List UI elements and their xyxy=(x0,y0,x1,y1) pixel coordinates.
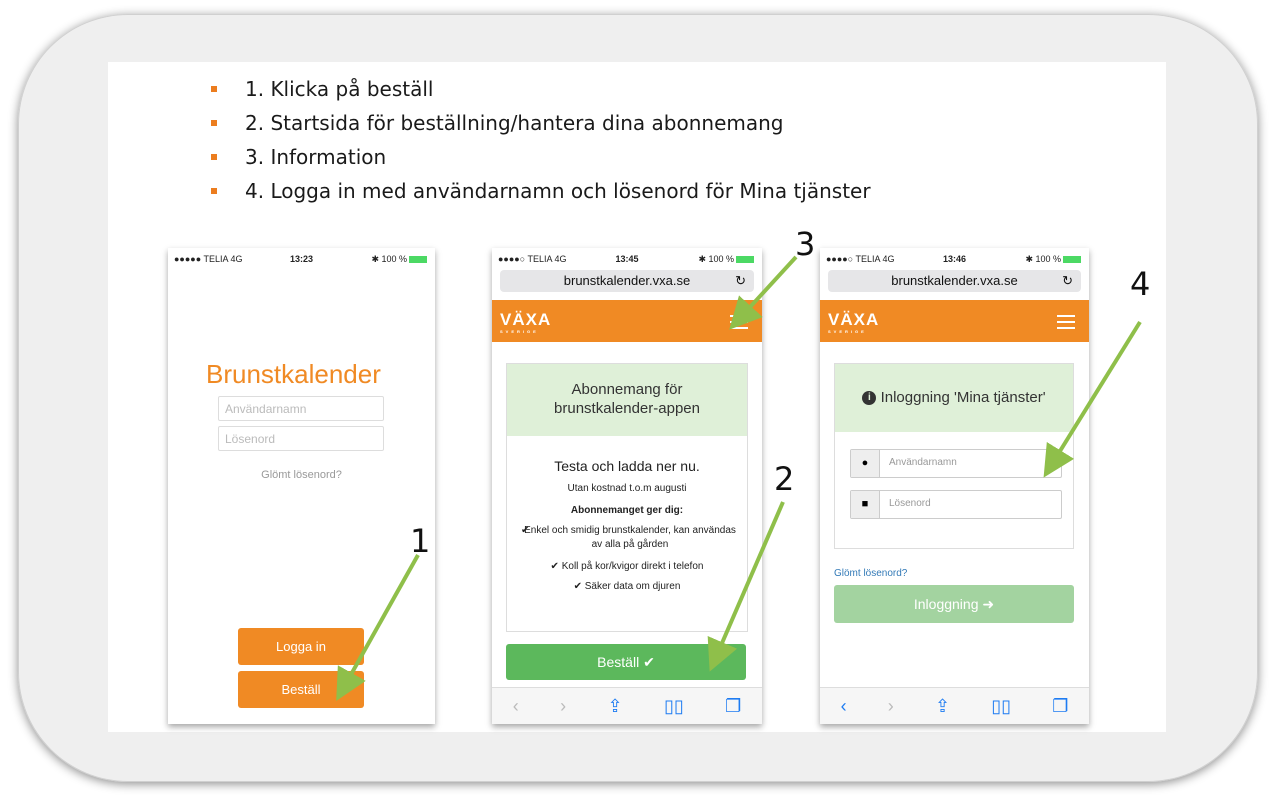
annotation-arrows xyxy=(336,255,1142,701)
arrow-4 xyxy=(1043,320,1142,478)
arrow-3 xyxy=(729,255,798,330)
arrow-2 xyxy=(707,501,785,672)
arrow-1 xyxy=(336,554,420,701)
